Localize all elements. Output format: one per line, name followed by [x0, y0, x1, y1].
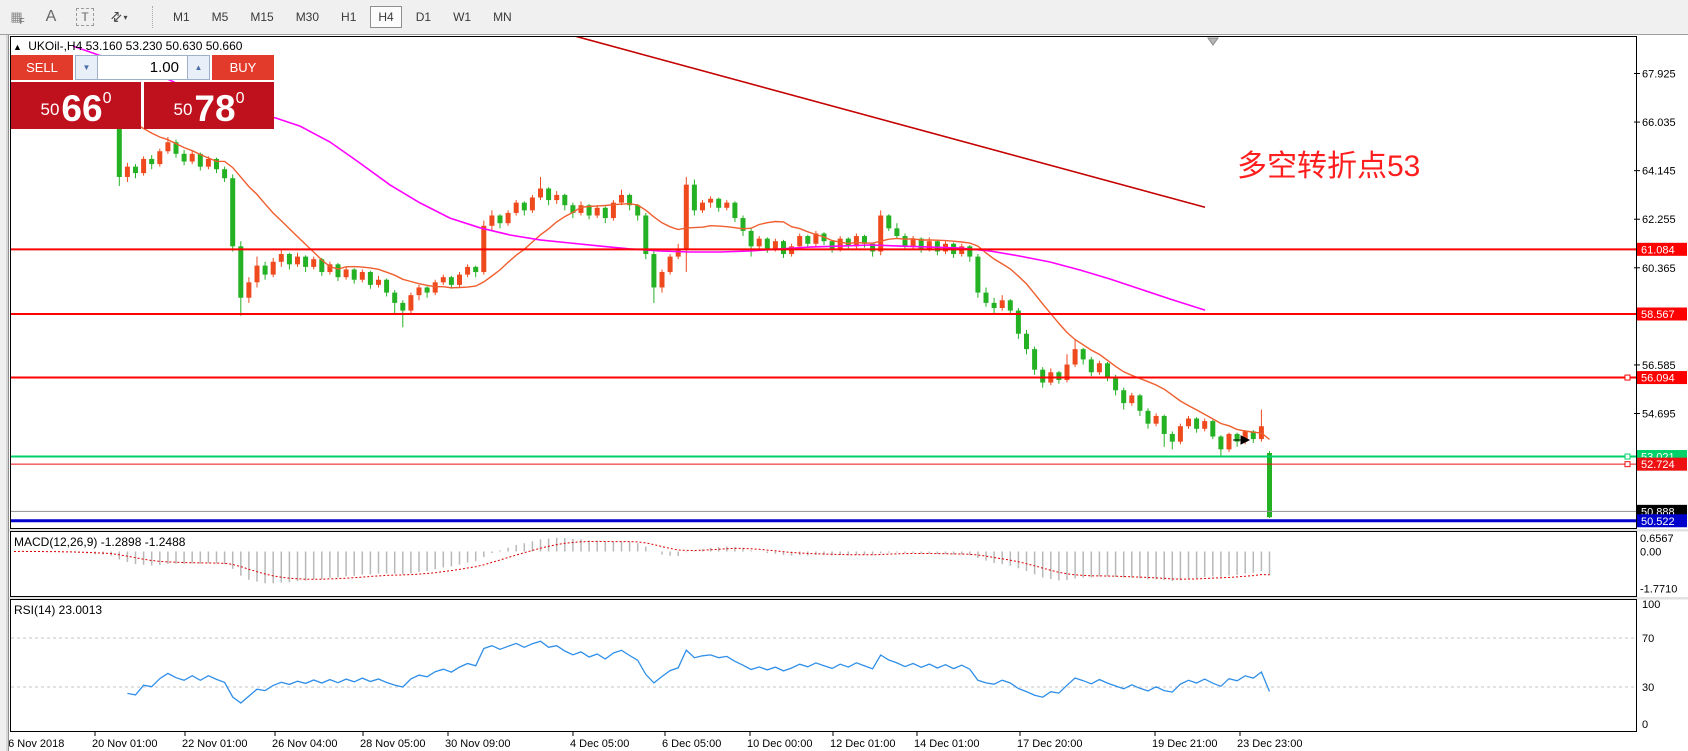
sell-price-big: 66 — [61, 93, 102, 124]
svg-text:56.585: 56.585 — [1642, 360, 1676, 372]
svg-text:60.365: 60.365 — [1642, 263, 1676, 275]
time-label: 4 Dec 05:00 — [570, 738, 629, 750]
descending-trendline — [540, 27, 1205, 208]
time-label: 16 Nov 2018 — [2, 738, 64, 750]
one-click-trading-panel: SELL ▼ ▲ BUY 50 66 0 50 78 0 — [11, 55, 274, 129]
svg-text:50.522: 50.522 — [1641, 516, 1675, 528]
svg-text:56.094: 56.094 — [1641, 373, 1675, 385]
collapse-arrow-icon[interactable]: ▲ — [13, 42, 22, 52]
tf-d1-button[interactable]: D1 — [408, 6, 439, 28]
line-handle — [1625, 454, 1630, 459]
mt4-window: { "toolbar": { "icons": [ {"name":"grid-… — [0, 0, 1688, 751]
rsi-line — [127, 641, 1269, 703]
svg-text:64.145: 64.145 — [1642, 166, 1676, 178]
macd-pane-border — [11, 532, 1637, 597]
tf-m1-button[interactable]: M1 — [165, 6, 198, 28]
svg-text:30: 30 — [1642, 682, 1654, 694]
svg-text:0.00: 0.00 — [1640, 547, 1661, 559]
symbol-quote-line: UKOil-,H4 53.160 53.230 50.630 50.660 — [28, 39, 242, 53]
svg-text:70: 70 — [1642, 633, 1654, 645]
tf-m5-button[interactable]: M5 — [204, 6, 237, 28]
tf-m15-button[interactable]: M15 — [242, 6, 281, 28]
time-label: 10 Dec 00:00 — [747, 738, 812, 750]
tf-h1-button[interactable]: H1 — [333, 6, 364, 28]
fast-ma-line — [111, 107, 1269, 440]
svg-text:58.567: 58.567 — [1641, 309, 1675, 321]
rsi-label: RSI(14) 23.0013 — [14, 603, 102, 617]
svg-text:-1.7710: -1.7710 — [1640, 584, 1677, 596]
time-label: 28 Nov 05:00 — [360, 738, 425, 750]
volume-increase-button[interactable]: ▲ — [187, 55, 210, 80]
svg-text:61.084: 61.084 — [1641, 244, 1675, 256]
sell-button[interactable]: SELL — [11, 55, 73, 80]
svg-text:0.6567: 0.6567 — [1640, 533, 1674, 545]
rsi-pane — [11, 638, 1636, 703]
buy-price-pip: 0 — [236, 90, 245, 108]
svg-text:67.925: 67.925 — [1642, 69, 1676, 81]
svg-text:0: 0 — [1642, 719, 1648, 731]
timeframe-group: M1 M5M15 M30 H1 H4 D1 W1 MN — [162, 6, 523, 28]
time-label: 30 Nov 09:00 — [445, 738, 510, 750]
time-label: 17 Dec 20:00 — [1017, 738, 1082, 750]
volume-input[interactable] — [98, 55, 187, 80]
buy-button[interactable]: BUY — [212, 55, 274, 80]
font-tool-icon[interactable]: A — [38, 4, 64, 30]
text-label-tool-icon[interactable]: T — [72, 4, 98, 30]
line-handle — [1625, 462, 1630, 467]
line-handle — [1625, 375, 1630, 380]
toolbar-separator — [152, 6, 154, 28]
time-label: 14 Dec 01:00 — [914, 738, 979, 750]
tf-w1-button[interactable]: W1 — [445, 6, 479, 28]
svg-text:100: 100 — [1642, 599, 1660, 611]
tf-m30-button[interactable]: M30 — [288, 6, 327, 28]
svg-text:54.695: 54.695 — [1642, 409, 1676, 421]
grid-icon[interactable]: ▦F — [4, 4, 30, 30]
sell-price-int: 50 — [41, 100, 60, 120]
time-label: 22 Nov 01:00 — [182, 738, 247, 750]
top-toolbar: ▦F A T ⇄▾ M1 M5M15 M30 H1 H4 D1 W1 MN — [0, 0, 1688, 35]
time-label: 26 Nov 04:00 — [272, 738, 337, 750]
svg-text:52.724: 52.724 — [1641, 459, 1675, 471]
buy-price-big: 78 — [194, 93, 235, 124]
buy-price-box[interactable]: 50 78 0 — [144, 82, 274, 129]
svg-text:66.035: 66.035 — [1642, 117, 1676, 129]
time-label: 20 Nov 01:00 — [92, 738, 157, 750]
tf-h4-button[interactable]: H4 — [370, 6, 401, 28]
annotation-text: 多空转折点53 — [1237, 141, 1420, 185]
chart-title: ▲ UKOil-,H4 53.160 53.230 50.630 50.660 — [13, 39, 242, 53]
chart-shift-marker — [1208, 38, 1218, 45]
time-label: 6 Dec 05:00 — [662, 738, 721, 750]
sell-price-box[interactable]: 50 66 0 — [11, 82, 141, 129]
macd-signal-line — [14, 541, 1270, 579]
time-label: 12 Dec 01:00 — [830, 738, 895, 750]
time-label: 19 Dec 21:00 — [1152, 738, 1217, 750]
svg-text:62.255: 62.255 — [1642, 214, 1676, 226]
buy-price-int: 50 — [174, 100, 193, 120]
tf-mn-button[interactable]: MN — [485, 6, 520, 28]
volume-decrease-button[interactable]: ▼ — [75, 55, 98, 80]
objects-tool-icon[interactable]: ⇄▾ — [106, 4, 132, 30]
macd-label: MACD(12,26,9) -1.2898 -1.2488 — [14, 535, 185, 549]
macd-pane — [14, 538, 1270, 583]
sell-price-pip: 0 — [103, 90, 112, 108]
time-label: 23 Dec 23:00 — [1237, 738, 1302, 750]
window-left-edge — [0, 35, 9, 751]
